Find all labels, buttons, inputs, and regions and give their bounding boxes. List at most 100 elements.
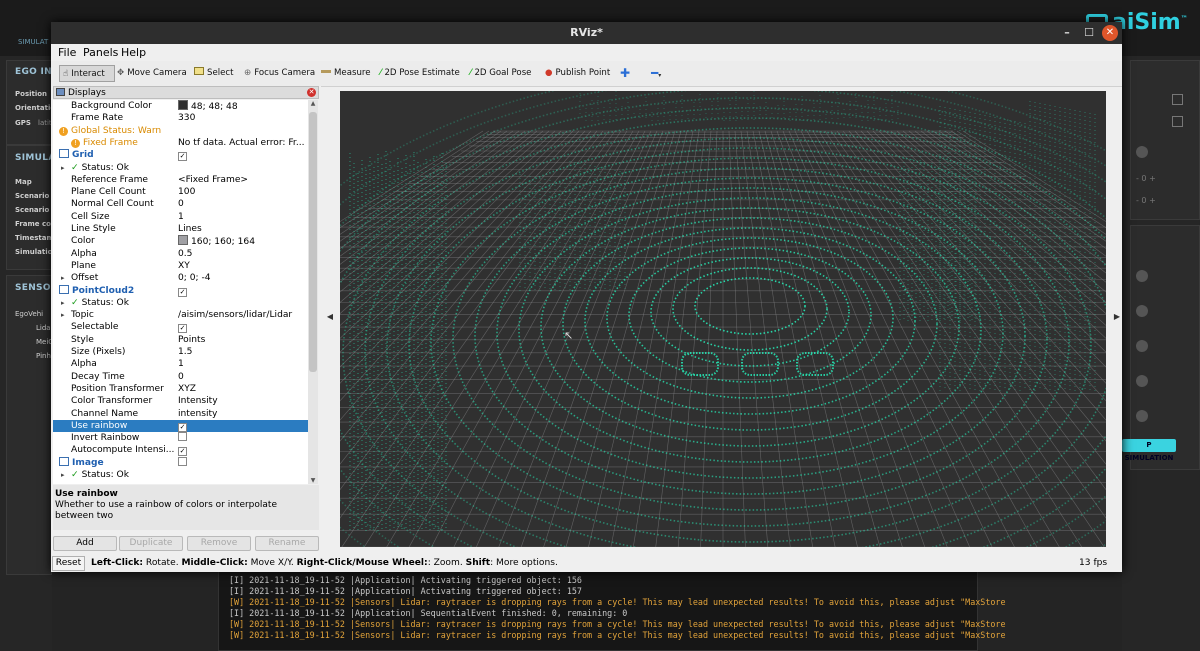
tree-row[interactable]: Use rainbow ✓	[53, 419, 308, 433]
row-value[interactable]: ✓	[178, 285, 187, 297]
row-value[interactable]: <Fixed Frame>	[178, 174, 248, 186]
checkbox[interactable]	[178, 456, 187, 466]
remove-tool-button[interactable]: ━▾	[651, 65, 661, 82]
tree-row[interactable]: Image	[53, 456, 308, 469]
row-value[interactable]: Intensity	[178, 395, 218, 407]
stepper[interactable]: - 0 +	[1136, 174, 1156, 183]
right-checkbox[interactable]	[1172, 94, 1183, 105]
tree-row[interactable]: Position Transformer XYZ	[53, 383, 308, 395]
goal-pose-tool[interactable]: ⁄ 2D Goal Pose	[470, 65, 531, 82]
tree-scrollbar[interactable]: ▲ ▼	[308, 100, 318, 484]
row-value[interactable]: /aisim/sensors/lidar/Lidar	[178, 309, 292, 321]
tree-row[interactable]: Alpha 1	[53, 358, 308, 370]
scroll-up-icon[interactable]: ▲	[308, 100, 318, 107]
reset-button[interactable]: Reset	[52, 556, 85, 571]
collapse-left-icon[interactable]: ◀	[325, 312, 335, 321]
tree-row[interactable]: ✓ Status: Ok ▸	[53, 162, 308, 174]
select-tool[interactable]: Select	[194, 65, 234, 82]
expand-arrow-icon[interactable]: ▸	[61, 272, 65, 284]
row-value[interactable]: intensity	[178, 408, 217, 420]
row-value[interactable]: Points	[178, 334, 205, 346]
row-value[interactable]: 48; 48; 48	[178, 100, 238, 113]
tree-row[interactable]: ! Global Status: Warn	[53, 125, 308, 137]
add-tool-button[interactable]: ✚	[620, 65, 630, 82]
tree-row[interactable]: Plane Cell Count 100	[53, 186, 308, 198]
tree-row[interactable]: Normal Cell Count 0	[53, 198, 308, 210]
row-value[interactable]: 1	[178, 211, 184, 223]
expand-arrow-icon[interactable]: ▸	[61, 469, 65, 481]
tree-row[interactable]: Topic ▸ /aisim/sensors/lidar/Lidar	[53, 309, 308, 321]
tree-row[interactable]: Size (Pixels) 1.5	[53, 346, 308, 358]
dropdown-icon[interactable]	[1136, 270, 1148, 282]
tree-row[interactable]: Reference Frame <Fixed Frame>	[53, 174, 308, 186]
pose-estimate-tool[interactable]: ⁄ 2D Pose Estimate	[380, 65, 460, 82]
row-value[interactable]: XY	[178, 260, 190, 272]
checkbox[interactable]: ✓	[178, 152, 187, 162]
checkbox[interactable]: ✓	[178, 447, 187, 457]
minimize-button[interactable]: –	[1059, 25, 1075, 41]
move-camera-tool[interactable]: ✥ Move Camera	[117, 65, 187, 82]
expand-arrow-icon[interactable]: ▸	[61, 297, 65, 309]
row-value[interactable]: 0.5	[178, 248, 192, 260]
row-value[interactable]: 1	[178, 358, 184, 370]
close-button[interactable]: ✕	[1102, 25, 1118, 41]
tree-row[interactable]: Line Style Lines	[53, 223, 308, 235]
row-value[interactable]	[178, 432, 187, 444]
checkbox[interactable]: ✓	[178, 287, 187, 297]
tree-row[interactable]: Frame Rate 330	[53, 112, 308, 124]
tree-row[interactable]: ✓ Status: Ok ▸	[53, 297, 308, 309]
dropdown-icon[interactable]	[1136, 375, 1148, 387]
tree-row[interactable]: Autocompute Intensi... ✓	[53, 444, 308, 457]
tree-row[interactable]: Style Points	[53, 334, 308, 346]
close-panel-icon[interactable]: ✕	[307, 88, 316, 97]
row-value[interactable]: ✓	[178, 321, 187, 334]
remove-button[interactable]: Remove	[187, 536, 251, 551]
tree-row[interactable]: ✓ Status: Ok ▸	[53, 469, 308, 481]
interact-tool[interactable]: ☝ Interact	[59, 65, 115, 82]
tree-row[interactable]: Decay Time 0	[53, 371, 308, 383]
tree-row[interactable]: Channel Name intensity	[53, 408, 308, 420]
row-value[interactable]: 330	[178, 112, 195, 124]
tree-row[interactable]: Grid ✓	[53, 149, 308, 162]
tree-row[interactable]: Selectable ✓	[53, 321, 308, 334]
checkbox[interactable]	[178, 432, 187, 442]
tree-row[interactable]: Invert Rainbow	[53, 432, 308, 444]
row-value[interactable]	[178, 456, 187, 469]
sensor-item[interactable]: EgoVehi	[15, 310, 43, 318]
stepper[interactable]: - 0 +	[1136, 196, 1156, 205]
tree-row[interactable]: ! Fixed Frame No tf data. Actual error: Fr…	[53, 137, 308, 149]
dropdown-icon[interactable]	[1136, 340, 1148, 352]
menu-panels[interactable]: Panels	[83, 46, 118, 59]
tree-row[interactable]: Plane XY	[53, 260, 308, 272]
dropdown-icon[interactable]	[1136, 410, 1148, 422]
checkbox[interactable]: ✓	[178, 324, 187, 334]
row-value[interactable]: ✓	[178, 420, 187, 432]
tree-row[interactable]: Offset ▸ 0; 0; -4	[53, 272, 308, 284]
row-value[interactable]: No tf data. Actual error: Fr...	[178, 137, 305, 149]
tree-row[interactable]: PointCloud2 ✓	[53, 284, 308, 297]
3d-viewport[interactable]: ↖	[340, 91, 1106, 547]
menu-help[interactable]: Help	[121, 46, 146, 59]
row-value[interactable]: ✓	[178, 444, 187, 457]
maximize-button[interactable]: ☐	[1081, 25, 1097, 41]
row-value[interactable]: Lines	[178, 223, 202, 235]
tree-row[interactable]: Alpha 0.5	[53, 248, 308, 260]
scroll-down-icon[interactable]: ▼	[308, 477, 318, 484]
expand-arrow-icon[interactable]: ▸	[61, 309, 65, 321]
duplicate-button[interactable]: Duplicate	[119, 536, 183, 551]
publish-point-tool[interactable]: ● Publish Point	[545, 65, 610, 82]
checkbox[interactable]: ✓	[178, 422, 187, 432]
row-value[interactable]: ✓	[178, 149, 187, 162]
collapse-right-icon[interactable]: ▶	[1112, 312, 1122, 321]
row-value[interactable]: 0; 0; -4	[178, 272, 211, 284]
row-value[interactable]: 160; 160; 164	[178, 235, 255, 248]
sim-tab[interactable]: SIMULAT	[18, 38, 48, 46]
row-value[interactable]: 0	[178, 371, 184, 383]
rename-button[interactable]: Rename	[255, 536, 319, 551]
tree-row[interactable]: Color 160; 160; 164	[53, 235, 308, 247]
row-value[interactable]: 0	[178, 198, 184, 210]
stop-simulation-button[interactable]: P SIMULATION	[1122, 439, 1176, 462]
tree-row[interactable]: Cell Size 1	[53, 211, 308, 223]
dropdown-icon[interactable]	[1136, 146, 1148, 158]
row-value[interactable]: 100	[178, 186, 195, 198]
